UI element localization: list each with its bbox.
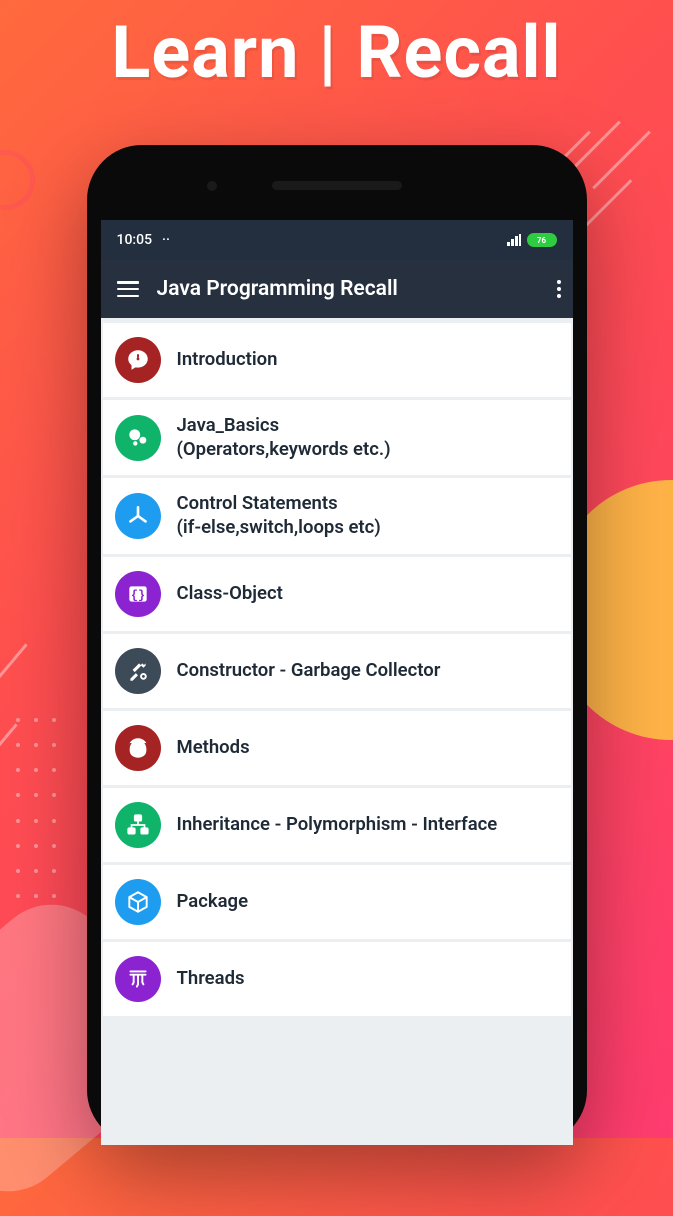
list-item[interactable]: Threads <box>103 942 571 1016</box>
list-item-label: Methods <box>177 736 250 760</box>
status-time: 10:05 <box>117 232 153 248</box>
list-item[interactable]: {} Class-Object <box>103 557 571 631</box>
list-item[interactable]: Java_Basics (Operators,keywords etc.) <box>103 400 571 475</box>
list-item[interactable]: Constructor - Garbage Collector <box>103 634 571 708</box>
list-item-label: Class-Object <box>177 582 283 606</box>
phone-frame: 10:05 ·· 76 Java Programming Recall <box>87 145 587 1145</box>
headline: Learn | Recall <box>0 10 673 95</box>
status-bar: 10:05 ·· 76 <box>101 220 573 260</box>
list-item[interactable]: Package <box>103 865 571 939</box>
bubbles-icon <box>115 415 161 461</box>
svg-text:{}: {} <box>130 588 144 602</box>
app-title: Java Programming Recall <box>157 277 535 301</box>
threads-icon <box>115 956 161 1002</box>
list-item[interactable]: Introduction <box>103 323 571 397</box>
list-item-label: Threads <box>177 967 245 991</box>
screen: 10:05 ·· 76 Java Programming Recall <box>101 220 573 1145</box>
list-item-label: Java_Basics (Operators,keywords etc.) <box>177 414 391 461</box>
status-dots: ·· <box>162 232 170 248</box>
signal-icon <box>507 234 521 246</box>
hierarchy-icon <box>115 802 161 848</box>
list-item-label: Constructor - Garbage Collector <box>177 659 441 683</box>
list-item-label: Introduction <box>177 348 278 372</box>
topic-list: Introduction Java_Basics (Operators,keyw… <box>101 318 573 1016</box>
app-bar: Java Programming Recall <box>101 260 573 318</box>
parens-icon: ( ) <box>115 725 161 771</box>
tools-icon <box>115 648 161 694</box>
list-item-label: Inheritance - Polymorphism - Interface <box>177 813 498 837</box>
list-item[interactable]: Control Statements (if-else,switch,loops… <box>103 478 571 553</box>
speech-exclaim-icon <box>115 337 161 383</box>
more-icon[interactable] <box>553 276 561 302</box>
braces-box-icon: {} <box>115 571 161 617</box>
list-item-label: Control Statements (if-else,switch,loops… <box>177 492 381 539</box>
fan-icon <box>115 493 161 539</box>
list-item[interactable]: Inheritance - Polymorphism - Interface <box>103 788 571 862</box>
svg-text:( ): ( ) <box>125 742 150 758</box>
battery-icon: 76 <box>527 233 557 247</box>
cube-icon <box>115 879 161 925</box>
menu-icon[interactable] <box>117 281 139 297</box>
list-item-label: Package <box>177 890 249 914</box>
list-item[interactable]: ( ) Methods <box>103 711 571 785</box>
